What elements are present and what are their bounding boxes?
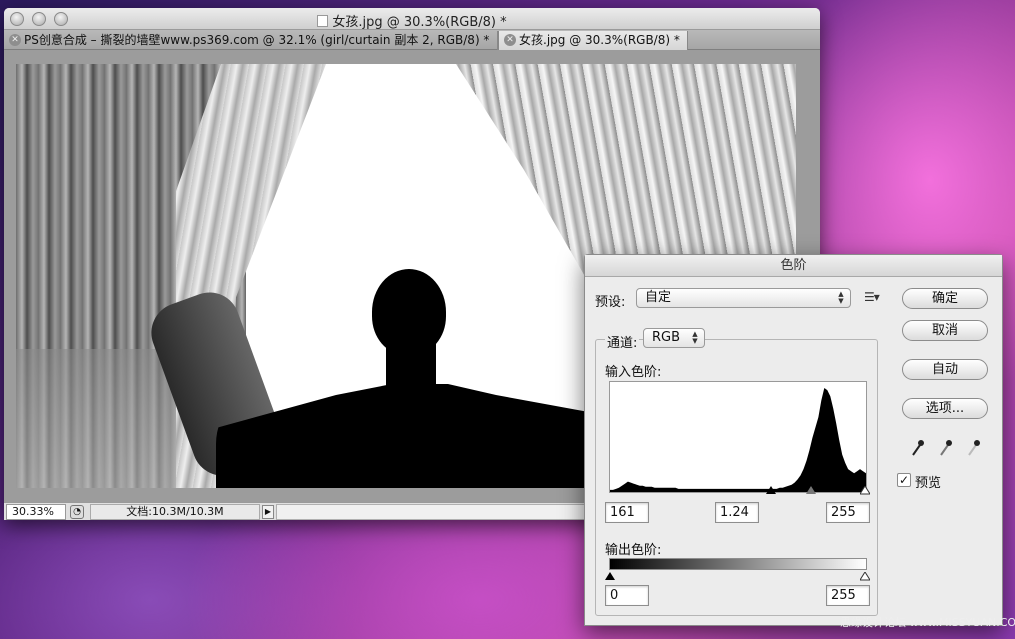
close-tab-icon[interactable]: ✕ (504, 34, 516, 46)
preview-checkbox[interactable]: ✓ (897, 473, 911, 487)
close-tab-icon[interactable]: ✕ (9, 34, 21, 46)
input-levels-label: 输入色阶: (605, 365, 662, 380)
histogram (609, 381, 867, 493)
levels-dialog: 色阶 预设: 自定 ▲ ▼ ☰▾ 通道: RGB ▲ ▼ 输入色阶: 161 1.2… (584, 254, 1003, 626)
tab-label: PS创意合成 – 撕裂的墙壁www.ps369.com @ 32.1% (gir… (24, 33, 490, 47)
document-icon (317, 15, 329, 27)
stepper-arrows-icon: ▲ ▼ (838, 290, 844, 305)
status-info-icon[interactable]: ◔ (70, 505, 84, 519)
channel-label: 通道: (605, 332, 640, 351)
preview-label: 预览 (915, 476, 942, 491)
input-black-field[interactable]: 161 (605, 502, 649, 523)
document-tab-bar: ✕ PS创意合成 – 撕裂的墙壁www.ps369.com @ 32.1% (g… (4, 30, 820, 50)
preset-select[interactable]: 自定 ▲ ▼ (636, 288, 851, 308)
input-levels-slider[interactable] (609, 486, 870, 496)
preset-options-menu-icon[interactable]: ☰▾ (864, 290, 880, 304)
ok-button[interactable]: 确定 (902, 288, 988, 309)
document-size-info: 文档:10.3M/10.3M (90, 504, 260, 520)
black-eyedropper-icon[interactable] (910, 439, 924, 457)
preset-label: 预设: (595, 295, 626, 310)
watermark-text: 思缘设计论坛 www.MISSYUAN.COM (840, 616, 1015, 629)
input-white-field[interactable]: 255 (826, 502, 870, 523)
input-white-point-handle[interactable] (860, 486, 870, 495)
output-levels-label: 输出色阶: (605, 543, 662, 558)
gray-eyedropper-icon[interactable] (938, 439, 952, 457)
channel-select[interactable]: RGB ▲ ▼ (643, 328, 705, 348)
input-black-point-handle[interactable] (766, 486, 776, 494)
output-white-point-handle[interactable] (860, 572, 870, 581)
preset-value: 自定 (645, 290, 672, 305)
output-black-field[interactable]: 0 (605, 585, 649, 606)
output-levels-slider[interactable] (605, 572, 870, 582)
dialog-title[interactable]: 色阶 (585, 255, 1002, 277)
output-gradient-bar (609, 558, 867, 570)
window-title: 女孩.jpg @ 30.3%(RGB/8) * (4, 11, 820, 30)
auto-button[interactable]: 自动 (902, 359, 988, 380)
white-eyedropper-icon[interactable] (966, 439, 980, 457)
input-gamma-field[interactable]: 1.24 (715, 502, 759, 523)
channel-value: RGB (652, 330, 681, 345)
stepper-arrows-icon: ▲ ▼ (692, 330, 698, 345)
input-gamma-handle[interactable] (806, 486, 816, 494)
output-black-point-handle[interactable] (605, 572, 615, 580)
status-menu-arrow-icon[interactable]: ▶ (262, 505, 274, 519)
cancel-button[interactable]: 取消 (902, 320, 988, 341)
histogram-shape (610, 388, 866, 492)
tab-ps-composite[interactable]: ✕ PS创意合成 – 撕裂的墙壁www.ps369.com @ 32.1% (g… (4, 31, 498, 50)
tab-label: 女孩.jpg @ 30.3%(RGB/8) * (519, 33, 680, 47)
options-button[interactable]: 选项... (902, 398, 988, 419)
zoom-field[interactable]: 30.33% (6, 504, 66, 520)
window-titlebar[interactable]: 女孩.jpg @ 30.3%(RGB/8) * (4, 8, 820, 30)
tab-girl-jpg[interactable]: ✕ 女孩.jpg @ 30.3%(RGB/8) * (498, 31, 688, 50)
output-white-field[interactable]: 255 (826, 585, 870, 606)
histogram-graph (610, 388, 866, 492)
